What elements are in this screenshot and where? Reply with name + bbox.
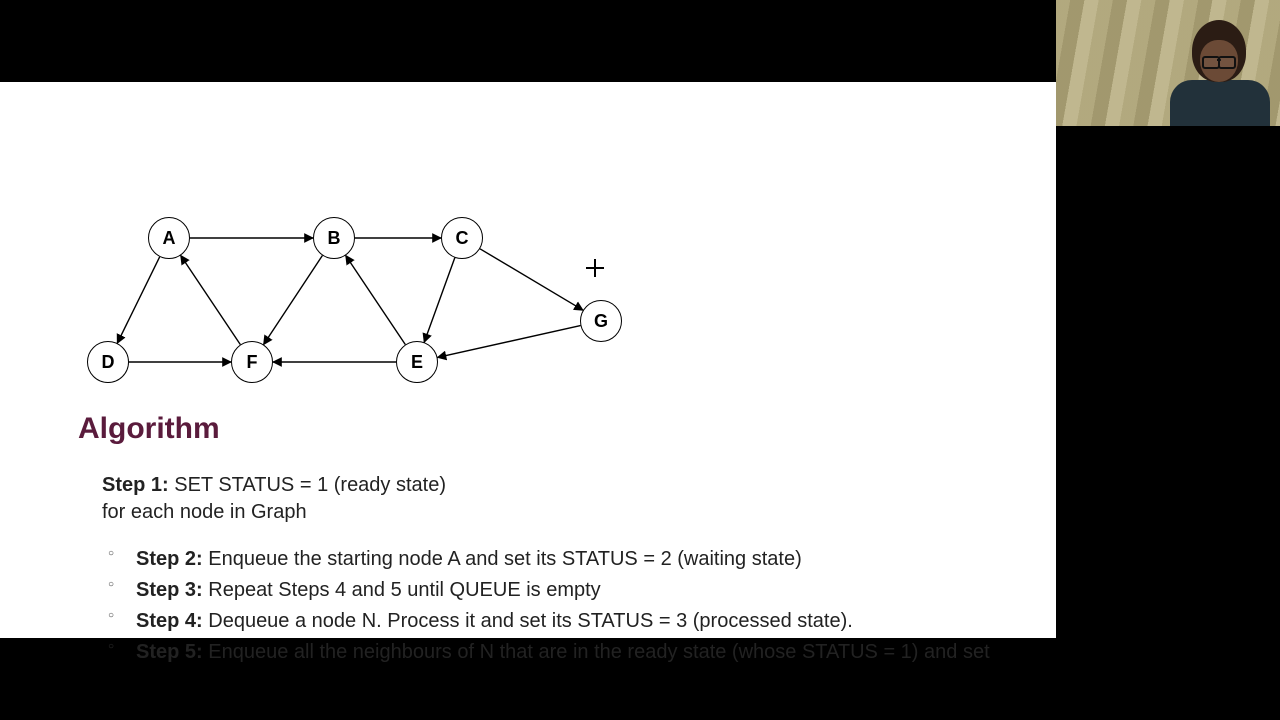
algorithm-heading: Algorithm <box>78 412 1016 446</box>
algorithm-section: Algorithm Step 1: SET STATUS = 1 (ready … <box>78 412 1016 668</box>
graph-edge-f-a <box>181 256 241 345</box>
presenter-silhouette <box>1164 16 1274 126</box>
graph-node-c: C <box>441 217 483 259</box>
step1-sub: for each node in Graph <box>102 501 307 523</box>
slide-area: A B C D F E G Algorithm Step 1: SET STATUS = 1… <box>0 82 1056 638</box>
graph-node-g: G <box>580 300 622 342</box>
graph-node-e: E <box>396 341 438 383</box>
algorithm-step-5: Step 5: Enqueue all the neighbours of N … <box>102 637 1016 668</box>
graph-edge-c-e <box>424 258 455 343</box>
graph-node-a: A <box>148 217 190 259</box>
algorithm-step-list: Step 2: Enqueue the starting node A and … <box>102 544 1016 668</box>
stage: A B C D F E G Algorithm Step 1: SET STATUS = 1… <box>0 0 1280 720</box>
graph-edge-g-e <box>438 326 581 358</box>
graph-edge-b-f <box>264 256 323 345</box>
graph-edge-e-b <box>346 256 406 345</box>
step-text: Enqueue the starting node A and set its … <box>208 548 802 570</box>
step1-label: Step 1: <box>102 474 169 496</box>
step-text: Enqueue all the neighbours of N that are… <box>208 641 989 663</box>
algorithm-step-4: Step 4: Dequeue a node N. Process it and… <box>102 606 1016 637</box>
step-label: Step 5: <box>136 641 208 663</box>
graph-edge-c-g <box>480 249 583 310</box>
graph-node-d: D <box>87 341 129 383</box>
algorithm-step1: Step 1: SET STATUS = 1 (ready state) for… <box>102 472 1016 526</box>
graph-node-b: B <box>313 217 355 259</box>
graph-node-f: F <box>231 341 273 383</box>
presenter-webcam <box>1056 0 1280 126</box>
step-label: Step 4: <box>136 610 208 632</box>
step-label: Step 3: <box>136 579 208 601</box>
step-text: Repeat Steps 4 and 5 until QUEUE is empt… <box>208 579 600 601</box>
pointer-cursor-icon <box>586 259 604 277</box>
step1-text: SET STATUS = 1 (ready state) <box>174 474 446 496</box>
algorithm-step-3: Step 3: Repeat Steps 4 and 5 until QUEUE… <box>102 575 1016 606</box>
step-text: Dequeue a node N. Process it and set its… <box>208 610 853 632</box>
step-label: Step 2: <box>136 548 208 570</box>
graph-edge-a-d <box>117 257 159 343</box>
algorithm-step-2: Step 2: Enqueue the starting node A and … <box>102 544 1016 575</box>
